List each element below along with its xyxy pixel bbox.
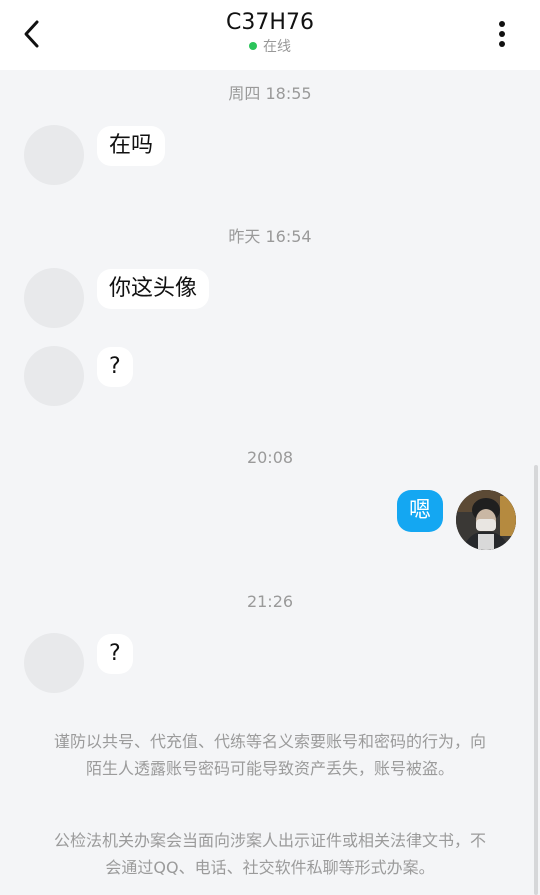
message-bubble[interactable]: ? bbox=[97, 347, 133, 387]
more-vertical-icon bbox=[499, 21, 505, 47]
online-status-label: 在线 bbox=[263, 39, 291, 55]
chat-header: C37H76 在线 bbox=[0, 0, 540, 70]
message-list[interactable]: 周四 18:55 在吗 昨天 16:54 你这头像 ? 20:08 嗯 21:2… bbox=[0, 70, 540, 895]
message-bubble[interactable]: 你这头像 bbox=[97, 269, 210, 309]
chat-title-area: C37H76 在线 bbox=[120, 9, 420, 56]
profile-photo-image bbox=[456, 490, 516, 550]
message-timestamp: 周四 18:55 bbox=[228, 84, 312, 103]
message-bubble[interactable]: ? bbox=[97, 634, 133, 674]
security-notice: 谨防以共号、代充值、代练等名义索要账号和密码的行为，向陌生人透露账号密码可能导致… bbox=[53, 732, 486, 778]
contact-avatar[interactable] bbox=[24, 346, 84, 406]
my-avatar[interactable] bbox=[456, 490, 516, 550]
contact-avatar[interactable] bbox=[24, 268, 84, 328]
scrollbar[interactable] bbox=[534, 465, 538, 895]
message-bubble[interactable]: 在吗 bbox=[97, 126, 166, 166]
more-options-button[interactable] bbox=[482, 14, 522, 54]
back-button[interactable] bbox=[22, 12, 70, 56]
message-timestamp: 20:08 bbox=[246, 448, 294, 467]
my-message-bubble[interactable]: 嗯 bbox=[397, 490, 444, 532]
legal-notice: 公检法机关办案会当面向涉案人出示证件或相关法律文书，不会通过QQ、电话、社交软件… bbox=[53, 831, 486, 877]
contact-avatar[interactable] bbox=[24, 125, 84, 185]
chevron-left-icon bbox=[24, 20, 39, 48]
message-timestamp: 21:26 bbox=[246, 592, 294, 611]
contact-name: C37H76 bbox=[226, 10, 314, 35]
message-timestamp: 昨天 16:54 bbox=[228, 227, 312, 246]
online-dot-icon bbox=[249, 42, 257, 50]
contact-avatar[interactable] bbox=[24, 633, 84, 693]
online-status: 在线 bbox=[120, 38, 420, 56]
